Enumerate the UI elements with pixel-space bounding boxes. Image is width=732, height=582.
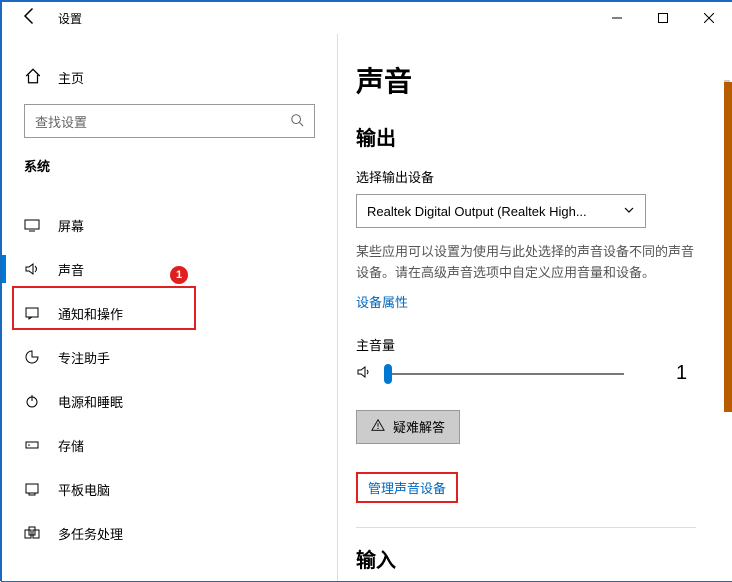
- volume-slider[interactable]: [384, 362, 624, 386]
- warning-icon: [371, 418, 385, 435]
- chevron-down-icon: [623, 204, 635, 219]
- close-button[interactable]: [686, 2, 732, 34]
- device-properties-link[interactable]: 设备属性: [356, 292, 704, 311]
- sidebar-section-label: 系统: [2, 156, 337, 175]
- troubleshoot-label: 疑难解答: [393, 417, 445, 436]
- sound-icon: [24, 261, 42, 277]
- sidebar-item-focus-assist[interactable]: 专注助手: [2, 335, 337, 379]
- sidebar-item-tablet[interactable]: 平板电脑: [2, 467, 337, 511]
- master-volume-label: 主音量: [356, 335, 704, 354]
- minimize-button[interactable]: [594, 2, 640, 34]
- sidebar-item-display[interactable]: 屏幕: [2, 203, 337, 247]
- output-heading: 输出: [356, 122, 704, 151]
- sidebar-item-label: 多任务处理: [58, 524, 123, 543]
- back-button[interactable]: [20, 6, 40, 31]
- output-device-value: Realtek Digital Output (Realtek High...: [367, 204, 587, 219]
- input-heading: 输入: [356, 544, 704, 573]
- home-icon: [24, 67, 42, 88]
- display-icon: [24, 217, 42, 233]
- sidebar-item-power[interactable]: 电源和睡眠: [2, 379, 337, 423]
- search-icon: [290, 113, 304, 130]
- sidebar-item-label: 声音: [58, 260, 84, 279]
- multitask-icon: [24, 525, 42, 541]
- tablet-icon: [24, 481, 42, 497]
- window-title: 设置: [58, 10, 82, 27]
- annotation-box-2: 管理声音设备: [356, 472, 458, 503]
- sidebar-item-sound[interactable]: 声音: [2, 247, 337, 291]
- output-device-label: 选择输出设备: [356, 167, 704, 186]
- sidebar-item-label: 屏幕: [58, 216, 84, 235]
- sidebar: 主页 查找设置 系统 屏幕 声音 通知和操作 专注助手 电源和睡眠: [2, 34, 337, 581]
- right-edge-strip: [724, 82, 732, 412]
- output-device-select[interactable]: Realtek Digital Output (Realtek High...: [356, 194, 646, 228]
- sidebar-item-multitasking[interactable]: 多任务处理: [2, 511, 337, 555]
- sidebar-item-notifications[interactable]: 通知和操作: [2, 291, 337, 335]
- focus-icon: [24, 349, 42, 365]
- sidebar-item-label: 通知和操作: [58, 304, 123, 323]
- titlebar: 设置: [2, 2, 732, 34]
- sidebar-item-label: 存储: [58, 436, 84, 455]
- speaker-icon[interactable]: [356, 364, 372, 383]
- section-divider: [356, 527, 696, 528]
- content-pane: 声音 输出 选择输出设备 Realtek Digital Output (Rea…: [338, 34, 732, 581]
- page-title: 声音: [356, 60, 704, 100]
- sidebar-item-label: 平板电脑: [58, 480, 110, 499]
- sidebar-item-storage[interactable]: 存储: [2, 423, 337, 467]
- output-description: 某些应用可以设置为使用与此处选择的声音设备不同的声音设备。请在高级声音选项中自定…: [356, 242, 696, 284]
- manage-sound-devices-link[interactable]: 管理声音设备: [368, 481, 446, 496]
- sidebar-item-label: 电源和睡眠: [58, 392, 123, 411]
- sidebar-home-label: 主页: [58, 68, 84, 87]
- sidebar-home[interactable]: 主页: [2, 62, 337, 92]
- storage-icon: [24, 437, 42, 453]
- troubleshoot-button[interactable]: 疑难解答: [356, 410, 460, 444]
- search-placeholder: 查找设置: [35, 112, 87, 131]
- annotation-badge-1: 1: [170, 266, 188, 284]
- slider-thumb[interactable]: [384, 364, 392, 384]
- power-icon: [24, 393, 42, 409]
- sidebar-item-label: 专注助手: [58, 348, 110, 367]
- volume-row: 1: [356, 362, 704, 386]
- notification-icon: [24, 305, 42, 321]
- search-input[interactable]: 查找设置: [24, 104, 315, 138]
- maximize-button[interactable]: [640, 2, 686, 34]
- volume-value: 1: [676, 362, 687, 385]
